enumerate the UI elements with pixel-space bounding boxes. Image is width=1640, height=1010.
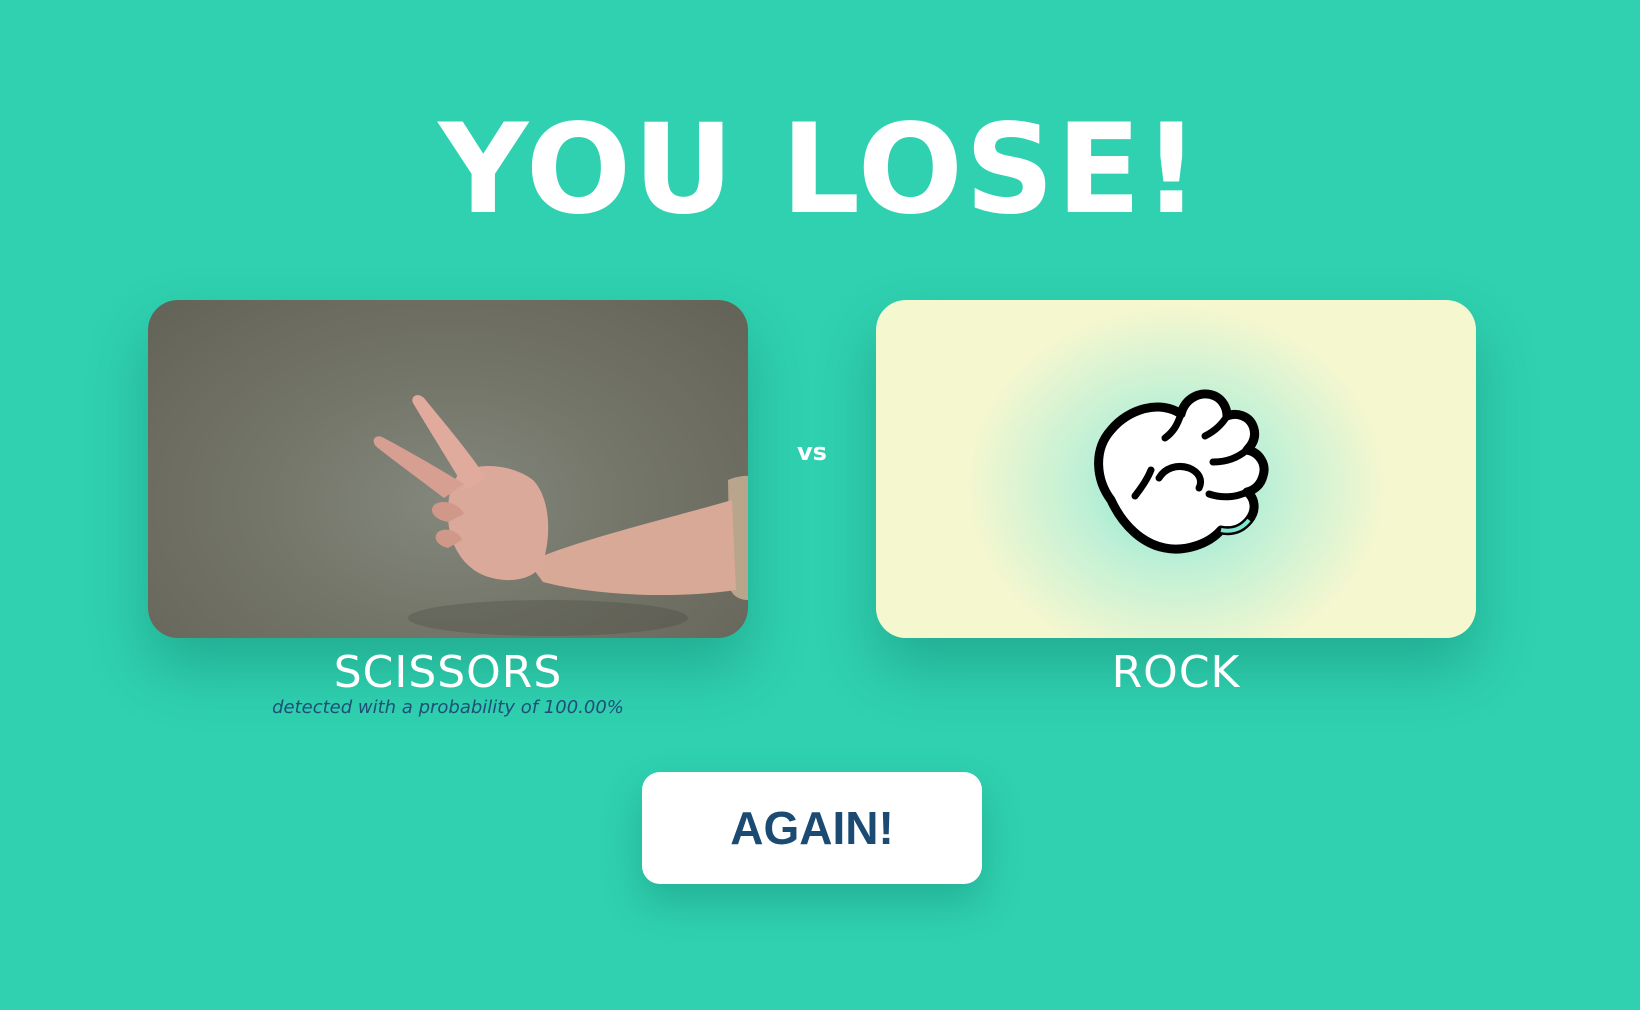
computer-move-label: ROCK	[1111, 647, 1241, 698]
again-button[interactable]: AGAIN!	[642, 772, 982, 884]
versus-label: vs	[797, 438, 827, 466]
detection-probability-text: detected with a probability of 100.00%	[272, 697, 624, 718]
computer-move-card	[876, 300, 1476, 638]
player-move-label: SCISSORS	[333, 647, 563, 698]
computer-move-panel	[876, 300, 1476, 638]
hand-scissors-image	[373, 395, 748, 636]
result-title: YOU LOSE!	[438, 98, 1202, 242]
fist-icon	[1094, 389, 1269, 554]
webcam-feed	[148, 300, 748, 638]
player-webcam-card	[148, 300, 748, 638]
